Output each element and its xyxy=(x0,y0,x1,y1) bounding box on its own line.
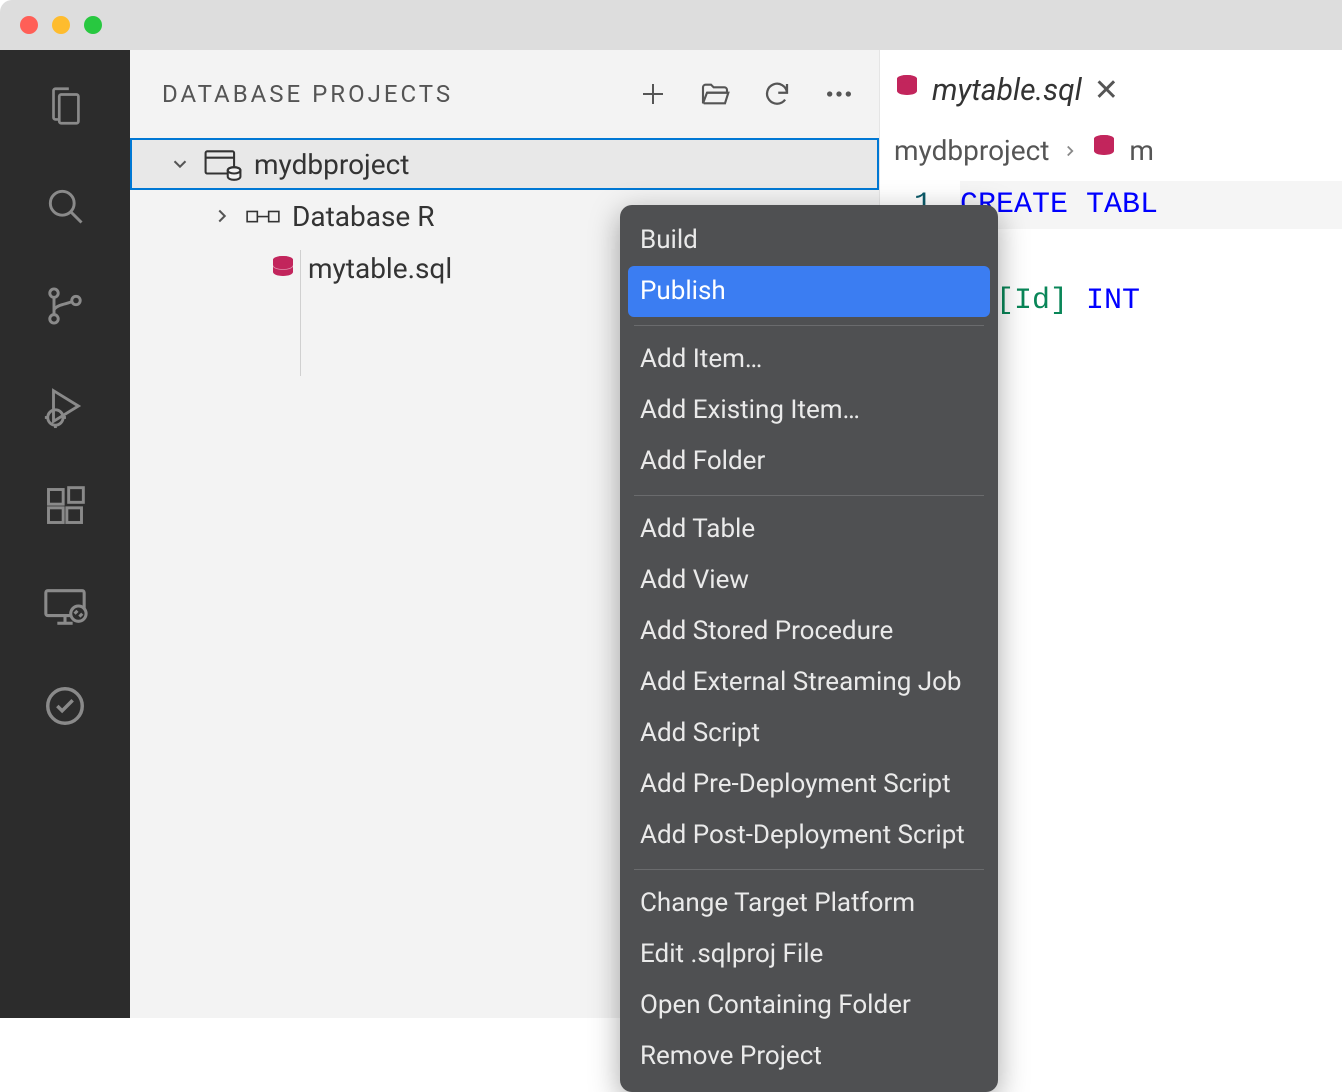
code-area[interactable]: CREATE TABL ( [Id] INT ) xyxy=(960,181,1342,421)
context-menu-item[interactable]: Add Pre-Deployment Script xyxy=(620,759,998,810)
explorer-icon[interactable] xyxy=(39,80,91,132)
code-line: ) xyxy=(960,325,1342,373)
project-icon xyxy=(204,147,242,181)
context-menu-item[interactable]: Add Folder xyxy=(620,436,998,487)
menu-divider xyxy=(634,325,984,326)
editor-tabs: mytable.sql ✕ xyxy=(880,50,1342,130)
chevron-down-icon[interactable] xyxy=(168,153,192,175)
token-keyword: TABL xyxy=(1086,188,1158,222)
window-close[interactable] xyxy=(20,16,38,34)
context-menu-item[interactable]: Publish xyxy=(628,266,990,317)
run-debug-icon[interactable] xyxy=(39,380,91,432)
menu-divider xyxy=(634,869,984,870)
new-project-icon[interactable] xyxy=(637,78,669,110)
titlebar xyxy=(0,0,1342,50)
breadcrumb-project[interactable]: mydbproject xyxy=(894,134,1049,167)
token-id: [Id] xyxy=(996,284,1068,318)
sidebar: DATABASE PROJECTS xyxy=(130,50,880,1018)
database-icon xyxy=(894,73,920,108)
context-menu-item[interactable]: Add Post-Deployment Script xyxy=(620,810,998,861)
code-line: ( xyxy=(960,229,1342,277)
chevron-right-icon xyxy=(1061,134,1079,167)
sidebar-header: DATABASE PROJECTS xyxy=(130,50,879,138)
context-menu-item[interactable]: Add Script xyxy=(620,708,998,759)
search-icon[interactable] xyxy=(39,180,91,232)
open-folder-icon[interactable] xyxy=(699,78,731,110)
breadcrumb-file[interactable]: m xyxy=(1129,134,1154,167)
context-menu-item[interactable]: Edit .sqlproj File xyxy=(620,929,998,980)
window-maximize[interactable] xyxy=(84,16,102,34)
code-line: [Id] INT xyxy=(960,277,1342,325)
editor-tab-label: mytable.sql xyxy=(932,73,1082,108)
context-menu-item[interactable]: Add Table xyxy=(620,504,998,555)
database-icon xyxy=(270,255,296,281)
activity-bar xyxy=(0,50,130,1018)
context-menu-item[interactable]: Add Stored Procedure xyxy=(620,606,998,657)
menu-divider xyxy=(634,495,984,496)
chevron-right-icon[interactable] xyxy=(210,205,234,227)
remote-explorer-icon[interactable] xyxy=(39,580,91,632)
code-line xyxy=(960,373,1342,421)
context-menu-item[interactable]: Add View xyxy=(620,555,998,606)
source-control-icon[interactable] xyxy=(39,280,91,332)
tree-project-root[interactable]: mydbproject xyxy=(130,138,879,190)
context-menu: BuildPublishAdd Item…Add Existing Item…A… xyxy=(620,205,998,1092)
context-menu-item[interactable]: Add Existing Item… xyxy=(620,385,998,436)
context-menu-item[interactable]: Change Target Platform xyxy=(620,878,998,929)
tree-file-label: mytable.sql xyxy=(308,252,452,285)
tree-guide xyxy=(300,250,301,376)
context-menu-item[interactable]: Add External Streaming Job xyxy=(620,657,998,708)
token-type: INT xyxy=(1086,284,1140,318)
context-menu-item[interactable]: Build xyxy=(620,215,998,266)
breadcrumb[interactable]: mydbproject m xyxy=(880,130,1342,181)
reference-icon xyxy=(246,205,280,227)
tree-project-label: mydbproject xyxy=(254,148,409,181)
editor-tab[interactable]: mytable.sql ✕ xyxy=(894,73,1119,108)
database-icon xyxy=(1091,134,1117,167)
context-menu-item[interactable]: Remove Project xyxy=(620,1031,998,1082)
code-line: CREATE TABL xyxy=(960,181,1342,229)
extensions-icon[interactable] xyxy=(39,480,91,532)
close-icon[interactable]: ✕ xyxy=(1094,73,1119,108)
database-projects-icon[interactable] xyxy=(39,680,91,732)
sidebar-title: DATABASE PROJECTS xyxy=(162,80,453,108)
context-menu-item[interactable]: Open Containing Folder xyxy=(620,980,998,1031)
context-menu-item[interactable]: Add Item… xyxy=(620,334,998,385)
window-minimize[interactable] xyxy=(52,16,70,34)
tree-folder-label: Database R xyxy=(292,200,434,233)
refresh-icon[interactable] xyxy=(761,78,793,110)
more-icon[interactable] xyxy=(823,78,855,110)
